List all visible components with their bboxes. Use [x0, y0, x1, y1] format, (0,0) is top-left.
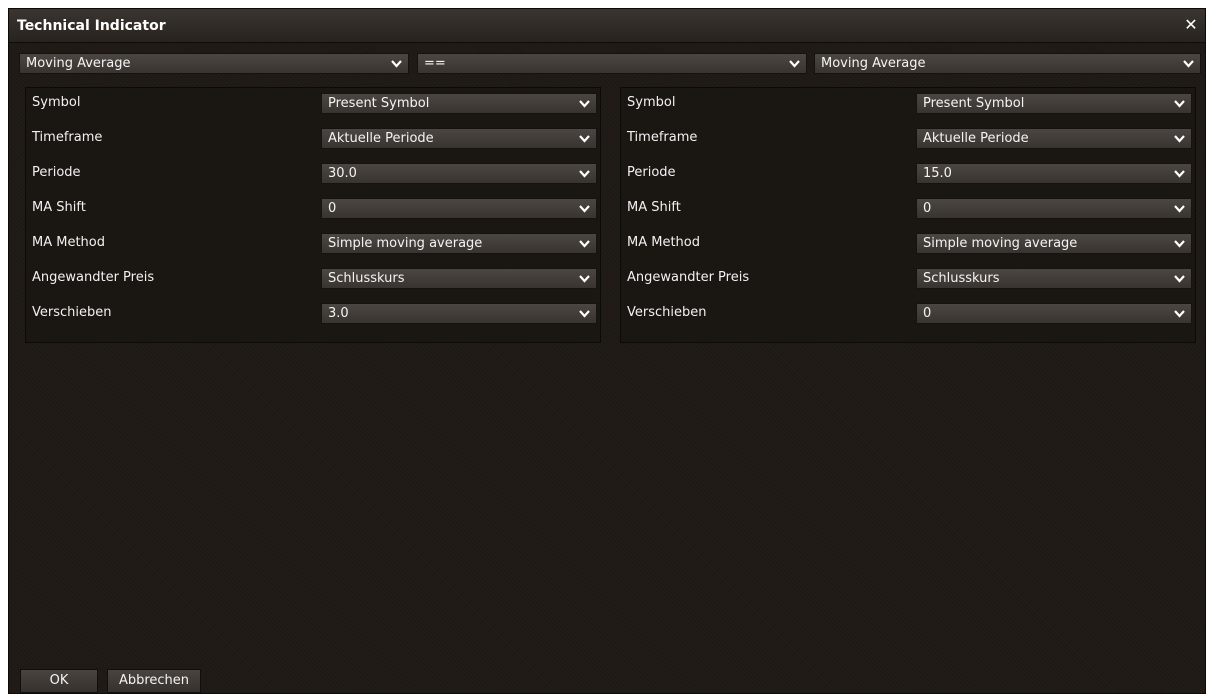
chevron-down-icon: [1174, 205, 1185, 213]
chevron-down-icon: [579, 170, 590, 178]
chevron-down-icon: [1174, 135, 1185, 143]
param-select-shift[interactable]: 3.0: [321, 303, 597, 324]
ok-button[interactable]: OK: [20, 669, 98, 693]
param-select-periode[interactable]: 15.0: [916, 163, 1192, 184]
param-value-periode: 15.0: [923, 166, 952, 181]
left-parameters-panel: Symbol Present Symbol Timeframe Aktuelle…: [25, 87, 601, 343]
chevron-down-icon: [579, 205, 590, 213]
param-label-ma-shift: MA Shift: [627, 200, 681, 215]
param-select-ma-method[interactable]: Simple moving average: [321, 233, 597, 254]
chevron-down-icon: [579, 135, 590, 143]
param-select-shift[interactable]: 0: [916, 303, 1192, 324]
chevron-down-icon: [1174, 310, 1185, 318]
param-select-symbol[interactable]: Present Symbol: [916, 93, 1192, 114]
param-label-periode: Periode: [627, 165, 676, 180]
chevron-down-icon: [1174, 100, 1185, 108]
operator-select[interactable]: ==: [417, 53, 807, 74]
param-label-shift: Verschieben: [627, 305, 707, 320]
param-select-periode[interactable]: 30.0: [321, 163, 597, 184]
left-indicator-value: Moving Average: [26, 56, 131, 71]
param-label-ma-method: MA Method: [32, 235, 105, 250]
param-label-ma-method: MA Method: [627, 235, 700, 250]
technical-indicator-dialog: Technical Indicator ✕ Moving Average == …: [8, 8, 1206, 694]
param-value-timeframe: Aktuelle Periode: [923, 131, 1029, 146]
chevron-down-icon: [579, 240, 590, 248]
param-label-shift: Verschieben: [32, 305, 112, 320]
param-select-symbol[interactable]: Present Symbol: [321, 93, 597, 114]
chevron-down-icon: [579, 100, 590, 108]
close-icon[interactable]: ✕: [1183, 17, 1199, 33]
param-value-shift: 3.0: [328, 306, 349, 321]
right-parameters-panel: Symbol Present Symbol Timeframe Aktuelle…: [620, 87, 1196, 343]
param-select-timeframe[interactable]: Aktuelle Periode: [916, 128, 1192, 149]
param-select-timeframe[interactable]: Aktuelle Periode: [321, 128, 597, 149]
chevron-down-icon: [391, 60, 402, 68]
param-select-ma-shift[interactable]: 0: [916, 198, 1192, 219]
right-indicator-value: Moving Average: [821, 56, 926, 71]
param-label-periode: Periode: [32, 165, 81, 180]
param-value-symbol: Present Symbol: [923, 96, 1025, 111]
right-indicator-select[interactable]: Moving Average: [814, 53, 1201, 74]
chevron-down-icon: [789, 60, 800, 68]
param-select-applied-price[interactable]: Schlusskurs: [321, 268, 597, 289]
param-label-ma-shift: MA Shift: [32, 200, 86, 215]
operator-value: ==: [424, 56, 446, 71]
param-value-ma-method: Simple moving average: [328, 236, 483, 251]
param-label-symbol: Symbol: [32, 95, 81, 110]
chevron-down-icon: [1174, 275, 1185, 283]
param-value-ma-method: Simple moving average: [923, 236, 1078, 251]
param-value-applied-price: Schlusskurs: [923, 271, 1000, 286]
param-label-applied-price: Angewandter Preis: [627, 270, 750, 285]
cancel-button[interactable]: Abbrechen: [107, 669, 201, 693]
param-label-timeframe: Timeframe: [32, 130, 103, 145]
param-value-symbol: Present Symbol: [328, 96, 430, 111]
param-select-ma-method[interactable]: Simple moving average: [916, 233, 1192, 254]
title-bar: Technical Indicator ✕: [9, 9, 1205, 43]
param-label-timeframe: Timeframe: [627, 130, 698, 145]
param-value-applied-price: Schlusskurs: [328, 271, 405, 286]
param-value-ma-shift: 0: [328, 201, 337, 216]
param-value-periode: 30.0: [328, 166, 357, 181]
dialog-title: Technical Indicator: [17, 18, 166, 34]
chevron-down-icon: [579, 310, 590, 318]
param-select-applied-price[interactable]: Schlusskurs: [916, 268, 1192, 289]
param-value-shift: 0: [923, 306, 932, 321]
param-select-ma-shift[interactable]: 0: [321, 198, 597, 219]
param-value-timeframe: Aktuelle Periode: [328, 131, 434, 146]
left-indicator-select[interactable]: Moving Average: [19, 53, 409, 74]
chevron-down-icon: [1174, 240, 1185, 248]
param-label-symbol: Symbol: [627, 95, 676, 110]
chevron-down-icon: [1174, 170, 1185, 178]
param-label-applied-price: Angewandter Preis: [32, 270, 155, 285]
chevron-down-icon: [1183, 60, 1194, 68]
param-value-ma-shift: 0: [923, 201, 932, 216]
chevron-down-icon: [579, 275, 590, 283]
